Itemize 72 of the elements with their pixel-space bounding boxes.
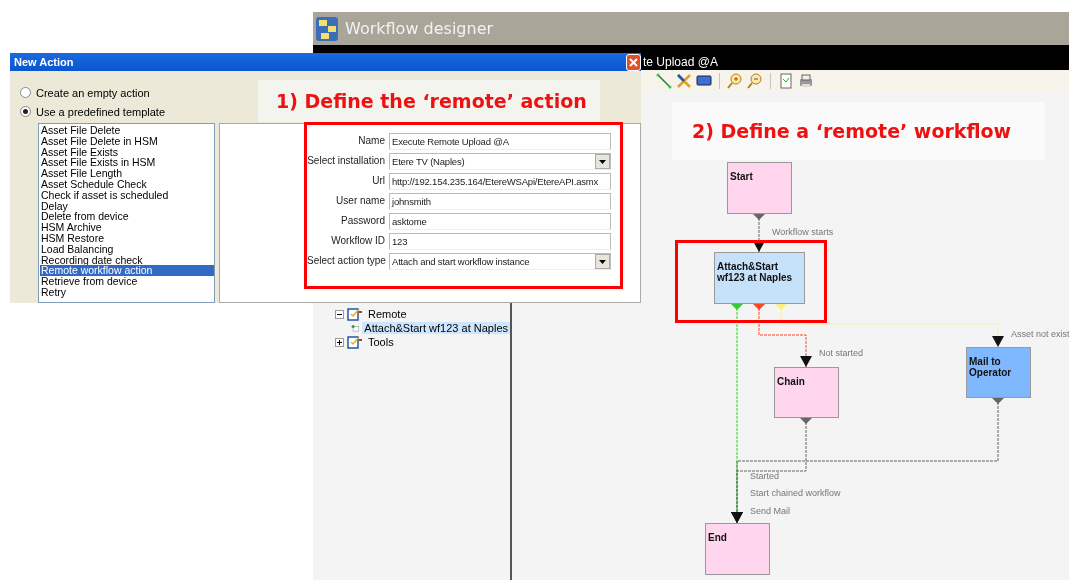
dropdown-field[interactable]: Attach and start workflow instance — [389, 253, 611, 270]
field-label: Url — [371, 174, 385, 188]
connector-label: Send Mail — [750, 505, 791, 517]
list-item[interactable]: Load Balancing — [40, 243, 214, 255]
list-item[interactable]: Asset File Exists — [40, 146, 214, 158]
list-item[interactable]: Retrieve from device — [40, 276, 214, 287]
workflow-node[interactable]: Chain — [774, 367, 839, 418]
rectangle-icon[interactable] — [696, 73, 712, 89]
workflow-node[interactable]: Attach&Start wf123 at Naples — [714, 252, 805, 304]
input-field[interactable]: johnsmith — [389, 193, 611, 210]
list-item[interactable]: Asset File Delete in HSM — [40, 135, 214, 147]
plus-icon — [336, 338, 343, 346]
list-item[interactable]: Asset Schedule Check — [40, 179, 214, 190]
list-item[interactable]: HSM Archive — [40, 222, 214, 233]
folder-icon — [347, 335, 363, 349]
input-field[interactable]: Execute Remote Upload @A — [389, 133, 611, 150]
zoom-out-icon[interactable] — [747, 73, 763, 89]
list-item[interactable]: Retry — [40, 286, 214, 298]
radio-button[interactable] — [20, 106, 31, 117]
document-icon[interactable] — [778, 73, 794, 89]
radio-label: Create an empty action — [36, 86, 150, 99]
caret-icon — [599, 159, 606, 164]
list-item[interactable]: Delay — [40, 200, 214, 212]
radio-option[interactable]: Use a predefined template — [20, 102, 166, 121]
field-label: Select installation — [307, 154, 385, 168]
workflow-node[interactable]: End — [705, 523, 770, 575]
app-logo-icon — [315, 14, 341, 43]
field-label: User name — [335, 194, 385, 208]
tree-item[interactable]: Remote — [366, 308, 409, 320]
list-item[interactable]: Asset File Delete — [40, 125, 214, 136]
input-field[interactable]: asktome — [389, 213, 611, 230]
close-button[interactable] — [626, 53, 641, 71]
workflow-node[interactable]: Start — [727, 162, 792, 214]
list-item[interactable]: Remote workflow action — [40, 265, 214, 277]
document-title: te Upload @A — [643, 54, 718, 69]
caret-icon — [599, 259, 606, 264]
list-item[interactable]: HSM Restore — [40, 232, 214, 244]
connector-label: Asset not exist — [1011, 328, 1069, 340]
field-label: Password — [340, 214, 385, 228]
radio-option[interactable]: Create an empty action — [20, 83, 150, 102]
expand-toggle[interactable] — [335, 337, 344, 347]
list-item[interactable]: Asset File Length — [40, 168, 214, 179]
annotation-label: 1) Define the ‘remote’ action — [276, 90, 587, 112]
input-field[interactable]: http://192.154.235.164/EtereWSApi/EtereAPI.asmx — [389, 173, 611, 190]
collapse-toggle[interactable] — [335, 309, 344, 319]
radio-label: Use a predefined template — [36, 105, 166, 118]
delete-icon[interactable] — [676, 73, 692, 89]
list-item[interactable]: Asset File Exists in HSM — [40, 157, 214, 169]
printer-icon[interactable] — [798, 73, 814, 89]
field-label: Name — [357, 134, 385, 148]
tree-item[interactable]: Tools — [366, 336, 396, 348]
tree-item[interactable]: Attach&Start wf123 at Naples — [362, 322, 510, 334]
dialog-title: New Action — [14, 56, 74, 68]
radio-button[interactable] — [20, 87, 31, 98]
close-icon — [629, 57, 638, 67]
folder-icon — [347, 307, 363, 321]
connector-label: Start chained workflow — [750, 487, 841, 499]
connector-label: Workflow starts — [772, 226, 834, 238]
window-title: Workflow designer — [345, 19, 494, 38]
field-label: Select action type — [307, 254, 385, 268]
input-field[interactable]: 123 — [389, 233, 611, 250]
list-item[interactable]: Check if asset is scheduled — [40, 189, 214, 201]
list-item[interactable]: Recording date check — [40, 254, 214, 266]
list-item[interactable]: Delete from device — [40, 211, 214, 223]
line-tool-icon[interactable] — [656, 73, 672, 89]
annotation-label: 2) Define a ‘remote’ workflow — [692, 120, 1012, 142]
workflow-node[interactable]: Mail to Operator — [966, 347, 1031, 398]
connector-label: Not started — [819, 347, 864, 359]
field-label: Workflow ID — [330, 234, 385, 248]
dropdown-field[interactable]: Etere TV (Naples) — [389, 153, 611, 170]
connector-label: Started — [750, 470, 780, 482]
zoom-in-icon[interactable] — [727, 73, 743, 89]
